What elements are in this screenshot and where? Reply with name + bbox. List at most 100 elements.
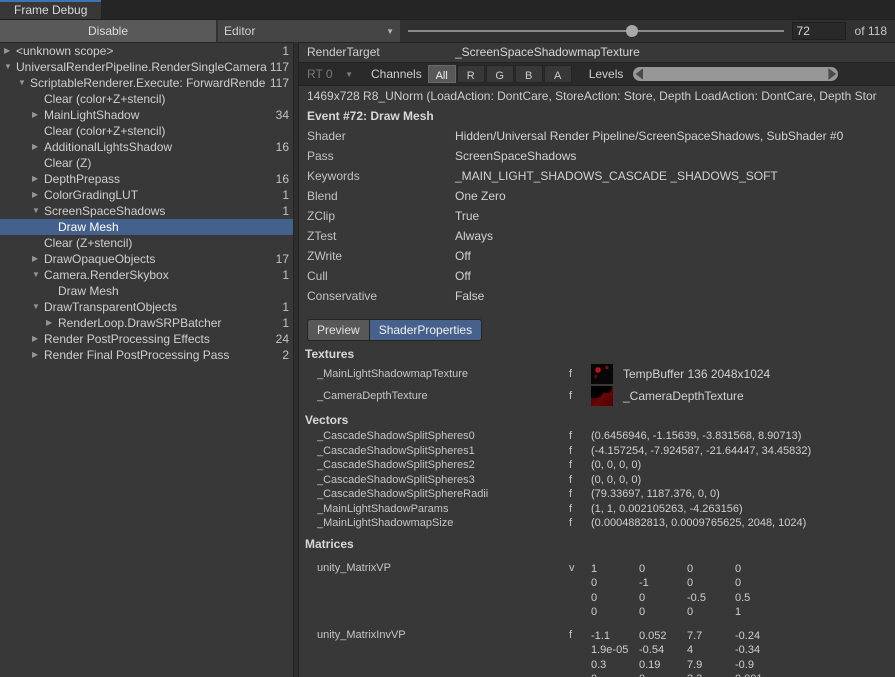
tree-item[interactable]: ▼ScreenSpaceShadows1 [0, 203, 293, 219]
channel-button-r[interactable]: R [457, 65, 485, 83]
vector-row: _CascadeShadowSplitSphereRadiif(79.33697… [299, 487, 895, 502]
event-slider-track [408, 30, 784, 32]
channel-button-g[interactable]: G [486, 65, 514, 83]
event-tree: ▶<unknown scope>1▼UniversalRenderPipelin… [0, 42, 293, 677]
tree-item-label: DepthPrepass [44, 172, 276, 186]
foldout-open-icon[interactable]: ▼ [32, 267, 44, 283]
texture-thumbnail[interactable] [591, 364, 613, 384]
tree-item-count: 24 [276, 332, 293, 346]
property-flag: f [569, 459, 591, 471]
foldout-open-icon[interactable]: ▼ [18, 75, 30, 91]
tree-item[interactable]: ▶DepthPrepass16 [0, 171, 293, 187]
texture-thumbnail[interactable] [591, 386, 613, 406]
tree-item[interactable]: Clear (color+Z+stencil) [0, 91, 293, 107]
target-dropdown-value: Editor [224, 24, 255, 38]
render-target-row: RenderTarget _ScreenSpaceShadowmapTextur… [299, 42, 895, 62]
tree-item[interactable]: ▶<unknown scope>1 [0, 43, 293, 59]
tree-item-label: UniversalRenderPipeline.RenderSingleCame… [16, 60, 270, 74]
event-property-value: ScreenSpaceShadows [455, 149, 576, 163]
tree-item-count: 1 [282, 316, 293, 330]
texture-value: _CameraDepthTexture [623, 389, 744, 403]
event-slider[interactable] [408, 20, 784, 42]
tree-item[interactable]: Clear (Z) [0, 155, 293, 171]
tree-item[interactable]: ▶Render PostProcessing Effects24 [0, 331, 293, 347]
foldout-closed-icon[interactable]: ▶ [32, 187, 44, 203]
tree-item[interactable]: Clear (Z+stencil) [0, 235, 293, 251]
vector-row: _MainLightShadowParamsf(1, 1, 0.00210526… [299, 502, 895, 517]
matrix-values: -1.10.0527.7-0.241.9e-05-0.544-0.340.30.… [591, 629, 783, 677]
channel-button-a[interactable]: A [544, 65, 572, 83]
matrix-row: unity_MatrixInvVPf-1.10.0527.7-0.241.9e-… [299, 629, 895, 677]
levels-min-handle[interactable] [634, 68, 643, 80]
matrix-cell: 0 [687, 562, 735, 577]
foldout-open-icon[interactable]: ▼ [32, 299, 44, 315]
tree-item[interactable]: ▶MainLightShadow34 [0, 107, 293, 123]
levels-max-handle[interactable] [828, 68, 837, 80]
channel-button-all[interactable]: All [428, 65, 456, 83]
tab-preview[interactable]: Preview [307, 319, 369, 341]
foldout-closed-icon[interactable]: ▶ [32, 107, 44, 123]
tab-shader-properties[interactable]: ShaderProperties [369, 319, 482, 341]
channels-toolbar: RT 0 ▼ Channels AllRGBA Levels [299, 62, 895, 86]
texture-name: _CameraDepthTexture [317, 390, 569, 402]
textures-section-title: Textures [299, 346, 895, 363]
matrix-cell: 1 [735, 605, 783, 620]
render-target-value: _ScreenSpaceShadowmapTexture [455, 45, 640, 59]
foldout-closed-icon[interactable]: ▶ [32, 139, 44, 155]
matrix-cell: 0 [639, 562, 687, 577]
foldout-closed-icon[interactable]: ▶ [32, 251, 44, 267]
tree-item[interactable]: ▼ScriptableRenderer.Execute: ForwardRend… [0, 75, 293, 91]
tree-item[interactable]: ▶AdditionalLightsShadow16 [0, 139, 293, 155]
event-property-value: One Zero [455, 189, 506, 203]
event-slider-thumb[interactable] [626, 25, 638, 37]
vector-value: (-4.157254, -7.924587, -21.64447, 34.458… [591, 445, 811, 457]
property-flag: f [569, 517, 591, 529]
tree-item-label: Clear (Z) [44, 156, 289, 170]
foldout-closed-icon[interactable]: ▶ [4, 43, 16, 59]
frame-debug-tab[interactable]: Frame Debug [0, 0, 101, 19]
property-flag: f [569, 368, 591, 380]
tree-item-count: 1 [282, 204, 293, 218]
event-properties: ShaderHidden/Universal Render Pipeline/S… [299, 126, 895, 306]
event-property-row: ShaderHidden/Universal Render Pipeline/S… [299, 126, 895, 146]
event-number-input[interactable]: 72 [792, 22, 846, 40]
event-property-value: _MAIN_LIGHT_SHADOWS_CASCADE _SHADOWS_SOF… [455, 169, 778, 183]
event-property-key: Keywords [307, 169, 455, 183]
tree-item-label: Render PostProcessing Effects [44, 332, 276, 346]
tree-item[interactable]: ▼DrawTransparentObjects1 [0, 299, 293, 315]
foldout-closed-icon[interactable]: ▶ [32, 331, 44, 347]
foldout-open-icon[interactable]: ▼ [4, 59, 16, 75]
matrix-cell: 0 [639, 672, 687, 677]
foldout-closed-icon[interactable]: ▶ [32, 347, 44, 363]
tree-item[interactable]: ▶DrawOpaqueObjects17 [0, 251, 293, 267]
disable-button[interactable]: Disable [0, 20, 216, 42]
tree-item[interactable]: Clear (color+Z+stencil) [0, 123, 293, 139]
rt-index-dropdown[interactable]: RT 0 ▼ [307, 67, 359, 81]
tree-item[interactable]: Draw Mesh [0, 283, 293, 299]
matrix-cell: -0.34 [735, 643, 783, 658]
matrix-values: 10000-10000-0.50.50001 [591, 562, 783, 620]
tree-item[interactable]: ▼UniversalRenderPipeline.RenderSingleCam… [0, 59, 293, 75]
tree-item[interactable]: ▶RenderLoop.DrawSRPBatcher1 [0, 315, 293, 331]
target-dropdown[interactable]: Editor ▼ [218, 20, 400, 42]
levels-label: Levels [589, 67, 624, 81]
tree-item[interactable]: ▼Camera.RenderSkybox1 [0, 267, 293, 283]
foldout-closed-icon[interactable]: ▶ [46, 315, 58, 331]
tree-item-label: Clear (color+Z+stencil) [44, 92, 289, 106]
channel-button-b[interactable]: B [515, 65, 543, 83]
matrix-cell: 0.001 [735, 672, 783, 677]
textures-section: _MainLightShadowmapTexturefTempBuffer 13… [299, 363, 895, 407]
tree-item-label: Clear (Z+stencil) [44, 236, 289, 250]
property-flag: f [569, 390, 591, 402]
property-flag: f [569, 503, 591, 515]
tree-item[interactable]: ▶ColorGradingLUT1 [0, 187, 293, 203]
tree-item-label: <unknown scope> [16, 44, 282, 58]
foldout-open-icon[interactable]: ▼ [32, 203, 44, 219]
tree-item[interactable]: Draw Mesh [0, 219, 293, 235]
tree-item-label: AdditionalLightsShadow [44, 140, 276, 154]
tree-item-count: 34 [276, 108, 293, 122]
tree-item[interactable]: ▶Render Final PostProcessing Pass2 [0, 347, 293, 363]
levels-range-slider[interactable] [633, 67, 838, 81]
foldout-closed-icon[interactable]: ▶ [32, 171, 44, 187]
tree-item-count: 1 [282, 44, 293, 58]
